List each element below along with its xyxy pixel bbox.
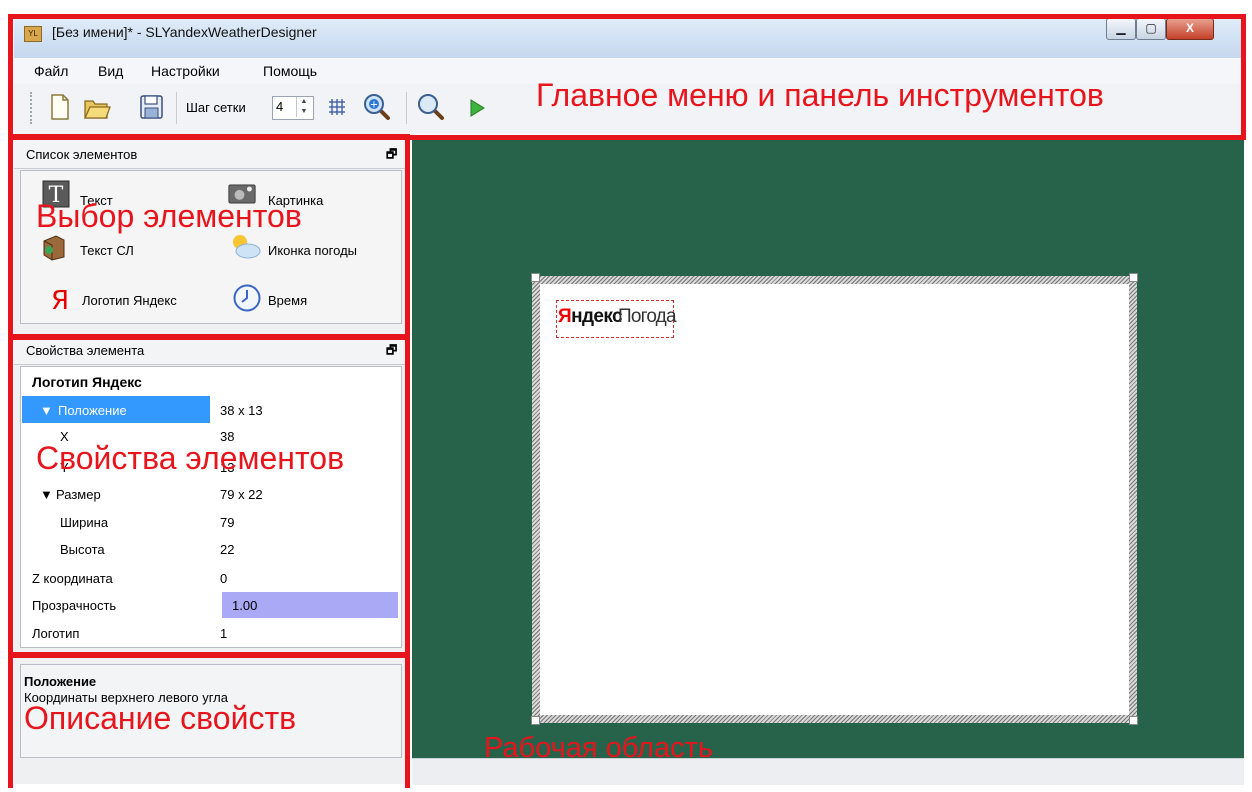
yandex-logo-rest: ндекс: [571, 306, 623, 327]
annotation-box-elements: [8, 134, 410, 340]
annotation-element-selection: Выбор элементов: [36, 198, 302, 234]
pogoda-text[interactable]: Погода: [618, 306, 677, 328]
annotation-box-properties: [8, 334, 410, 658]
yandex-logo-text[interactable]: Яндекс: [558, 306, 623, 328]
resize-handle[interactable]: [531, 273, 540, 282]
resize-handle[interactable]: [1129, 273, 1138, 282]
resize-handle[interactable]: [1129, 716, 1138, 725]
design-canvas[interactable]: [540, 284, 1129, 715]
yandex-logo-letter: Я: [558, 306, 572, 327]
annotation-property-description: Описание свойств: [24, 700, 297, 736]
annotation-element-properties: Свойства элементов: [36, 440, 345, 476]
resize-handle[interactable]: [531, 716, 540, 725]
annotation-main-menu: Главное меню и панель инструментов: [536, 77, 1104, 113]
annotation-work-area: Рабочая область: [484, 732, 713, 764]
